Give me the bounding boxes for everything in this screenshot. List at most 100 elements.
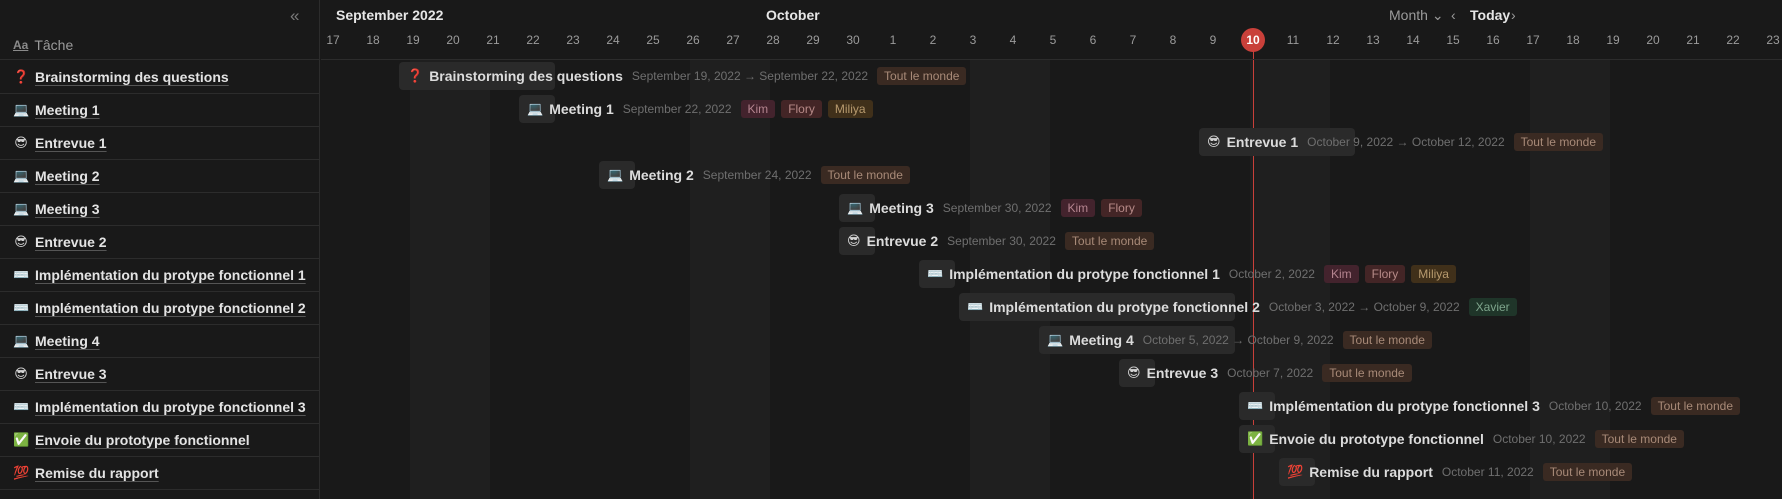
day-label: 4 xyxy=(1009,33,1017,47)
day-label: 3 xyxy=(969,33,977,47)
day-label: 5 xyxy=(1049,33,1057,47)
task-row[interactable]: 💻 Meeting 1 xyxy=(0,94,320,127)
task-row[interactable]: 💻 Meeting 2 xyxy=(0,160,320,193)
task-row[interactable]: ⌨️ Implémentation du protype fonctionnel … xyxy=(0,292,320,325)
task-icon: ⌨️ xyxy=(13,300,30,315)
day-label: 30 xyxy=(846,33,860,47)
task-date: September 24, 2022 xyxy=(702,168,812,182)
day-label: 1 xyxy=(889,33,897,47)
task-bar-label[interactable]: 😎 Entrevue 3 October 7, 2022 Tout le monde xyxy=(1127,359,1418,387)
task-title[interactable]: Meeting 4 xyxy=(35,333,100,349)
task-date: September 30, 2022 xyxy=(947,234,1056,248)
task-row[interactable]: ❓ Brainstorming des questions xyxy=(0,61,320,94)
task-row[interactable]: 💯 Remise du rapport xyxy=(0,457,320,490)
day-label: 18 xyxy=(366,33,380,47)
task-date: September 19, 2022 → September 22, 2022 xyxy=(631,69,869,83)
task-icon: 💻 xyxy=(13,168,30,183)
day-label: 21 xyxy=(486,33,500,47)
task-date: October 2, 2022 xyxy=(1228,267,1315,281)
task-name: Entrevue 2 xyxy=(866,233,939,249)
day-label: 7 xyxy=(1129,33,1137,47)
today-button[interactable]: Today xyxy=(1470,7,1510,23)
task-title[interactable]: Meeting 3 xyxy=(35,201,100,217)
task-title[interactable]: Implémentation du protype fonctionnel 3 xyxy=(35,399,306,415)
task-icon: 💻 xyxy=(1047,332,1064,347)
task-name: Entrevue 3 xyxy=(1146,365,1219,381)
assignee-tag: Xavier xyxy=(1468,298,1517,316)
task-row[interactable]: 💻 Meeting 3 xyxy=(0,193,320,226)
view-select-label: Month xyxy=(1389,7,1428,23)
task-title[interactable]: Brainstorming des questions xyxy=(35,69,229,85)
assignee-tag: Miliya xyxy=(1411,265,1456,283)
task-icon: 😎 xyxy=(14,234,28,249)
task-bar-label[interactable]: ⌨️ Implémentation du protype fonctionnel … xyxy=(927,260,1462,288)
day-label: 20 xyxy=(446,33,460,47)
task-row[interactable]: ⌨️ Implémentation du protype fonctionnel … xyxy=(0,391,320,424)
task-icon: ⌨️ xyxy=(1247,398,1264,413)
chevron-right-icon[interactable]: › xyxy=(1511,7,1516,23)
task-bar-label[interactable]: 😎 Entrevue 1 October 9, 2022 → October 12,… xyxy=(1207,128,1609,156)
task-icon: ✅ xyxy=(13,432,30,447)
day-label: 19 xyxy=(1606,33,1620,47)
task-bar-label[interactable]: ⌨️ Implémentation du protype fonctionnel … xyxy=(1247,392,1746,420)
task-list-panel: « Aa Tâche ❓ Brainstorming des questions 💻… xyxy=(0,0,320,499)
day-label: 13 xyxy=(1366,33,1380,47)
task-title[interactable]: Implémentation du protype fonctionnel 2 xyxy=(35,300,306,316)
task-row[interactable]: 😎 Entrevue 2 xyxy=(0,226,320,259)
task-title[interactable]: Entrevue 1 xyxy=(35,135,107,151)
day-label: 21 xyxy=(1686,33,1700,47)
assignee-tag: Kim xyxy=(740,100,776,118)
day-label: 23 xyxy=(1766,33,1780,47)
task-title[interactable]: Remise du rapport xyxy=(35,465,159,481)
task-bar-label[interactable]: ❓ Brainstorming des questions September 19… xyxy=(407,62,972,90)
task-bar-label[interactable]: 💻 Meeting 1 September 22, 2022 Kim Flory Mili… xyxy=(527,95,879,123)
task-icon: 💯 xyxy=(13,465,30,480)
task-bar-label[interactable]: 💻 Meeting 2 September 24, 2022 Tout le mond… xyxy=(607,161,916,189)
task-date: September 30, 2022 xyxy=(942,201,1052,215)
task-icon: 💻 xyxy=(607,167,624,182)
task-date: October 3, 2022 → October 9, 2022 xyxy=(1268,300,1460,314)
header-divider xyxy=(321,59,1782,60)
task-icon: 😎 xyxy=(1127,365,1141,380)
task-title[interactable]: Entrevue 2 xyxy=(35,234,107,250)
day-label: 22 xyxy=(1726,33,1740,47)
task-icon: ⌨️ xyxy=(967,299,984,314)
task-icon: 💻 xyxy=(13,333,30,348)
task-row[interactable]: 💻 Meeting 4 xyxy=(0,325,320,358)
task-row[interactable]: 😎 Entrevue 3 xyxy=(0,358,320,391)
view-select[interactable]: Month ⌄ xyxy=(1389,7,1444,24)
task-bar-label[interactable]: 💯 Remise du rapport October 11, 2022 Tout l… xyxy=(1287,458,1638,486)
task-icon: ⌨️ xyxy=(13,399,30,414)
chevron-left-icon[interactable]: ‹ xyxy=(1451,7,1456,23)
assignee-tag: Tout le monde xyxy=(820,166,910,184)
task-icon: 😎 xyxy=(847,233,861,248)
double-chevron-left-icon[interactable]: « xyxy=(290,6,299,26)
assignee-tag: Tout le monde xyxy=(1650,397,1740,415)
task-icon: 😎 xyxy=(14,366,28,381)
task-row[interactable]: 😎 Entrevue 1 xyxy=(0,127,320,160)
task-title[interactable]: Meeting 2 xyxy=(35,168,100,184)
task-row[interactable]: ✅ Envoie du prototype fonctionnel xyxy=(0,424,320,457)
task-icon: ⌨️ xyxy=(927,266,944,281)
today-date-marker: 10 xyxy=(1241,28,1265,52)
task-name: Meeting 4 xyxy=(1069,332,1134,348)
day-label: 15 xyxy=(1446,33,1460,47)
task-title[interactable]: Entrevue 3 xyxy=(35,366,107,382)
task-date: October 10, 2022 xyxy=(1492,432,1586,446)
day-label: 17 xyxy=(1526,33,1540,47)
task-date: October 5, 2022 → October 9, 2022 xyxy=(1142,333,1334,347)
task-bar-label[interactable]: ✅ Envoie du prototype fonctionnel October … xyxy=(1247,425,1690,453)
task-row[interactable]: ⌨️ Implémentation du protype fonctionnel … xyxy=(0,259,320,292)
assignee-tag: Tout le monde xyxy=(1064,232,1155,250)
task-bar-label[interactable]: 💻 Meeting 4 October 5, 2022 → October 9, 2… xyxy=(1047,326,1438,354)
task-title[interactable]: Envoie du prototype fonctionnel xyxy=(35,432,250,448)
task-bar-label[interactable]: 😎 Entrevue 2 September 30, 2022 Tout le mon… xyxy=(847,227,1160,255)
day-label: 23 xyxy=(566,33,580,47)
task-column-header[interactable]: Aa Tâche xyxy=(0,31,320,60)
day-label: 20 xyxy=(1646,33,1660,47)
task-bar-label[interactable]: ⌨️ Implémentation du protype fonctionnel … xyxy=(967,293,1523,321)
task-title[interactable]: Implémentation du protype fonctionnel 1 xyxy=(35,267,306,283)
task-title[interactable]: Meeting 1 xyxy=(35,102,100,118)
day-label: 17 xyxy=(326,33,340,47)
task-bar-label[interactable]: 💻 Meeting 3 September 30, 2022 Kim Flory xyxy=(847,194,1148,222)
